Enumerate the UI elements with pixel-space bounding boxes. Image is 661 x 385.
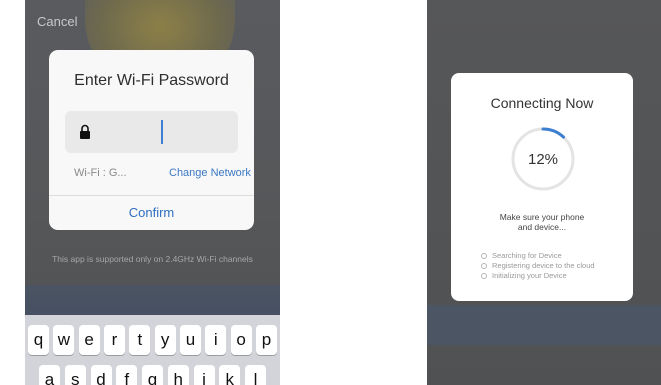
bottom-band bbox=[427, 305, 661, 345]
step-bullet-icon bbox=[481, 253, 487, 259]
step-label: Searching for Device bbox=[492, 251, 562, 260]
key-p[interactable]: p bbox=[255, 325, 277, 355]
step-label: Registering device to the cloud bbox=[492, 261, 595, 270]
key-u[interactable]: u bbox=[179, 325, 201, 355]
cancel-button[interactable]: Cancel bbox=[37, 14, 77, 29]
wifi-band-note: This app is supported only on 2.4GHz Wi-… bbox=[52, 254, 253, 264]
connecting-title: Connecting Now bbox=[490, 95, 594, 111]
lock-icon bbox=[80, 124, 90, 139]
key-a[interactable]: a bbox=[39, 365, 60, 385]
key-l[interactable]: l bbox=[245, 365, 266, 385]
key-d[interactable]: d bbox=[90, 365, 112, 385]
keyboard-row-1: q w e r t y u i o p bbox=[25, 325, 280, 355]
key-g[interactable]: g bbox=[142, 365, 163, 385]
step-registering: Registering device to the cloud bbox=[481, 261, 595, 271]
connection-hint: Make sure your phone and device... bbox=[451, 212, 633, 232]
password-field[interactable] bbox=[65, 111, 238, 153]
key-q[interactable]: q bbox=[28, 325, 49, 355]
keyboard: q w e r t y u i o p a s d f g h j k l bbox=[25, 315, 280, 385]
bottom-band bbox=[25, 285, 280, 315]
key-o[interactable]: o bbox=[230, 325, 252, 355]
key-y[interactable]: y bbox=[154, 325, 176, 355]
change-network-link[interactable]: Change Network bbox=[169, 167, 251, 179]
confirm-button[interactable]: Confirm bbox=[49, 205, 254, 220]
key-t[interactable]: t bbox=[129, 325, 151, 355]
step-bullet-icon bbox=[481, 263, 487, 269]
key-i[interactable]: i bbox=[205, 325, 227, 355]
step-initializing: Initializing your Device bbox=[481, 271, 595, 281]
step-label: Initializing your Device bbox=[492, 271, 567, 280]
key-s[interactable]: s bbox=[64, 365, 86, 385]
dialog-divider bbox=[49, 195, 254, 196]
step-searching: Searching for Device bbox=[481, 251, 595, 261]
wifi-network-name: Wi-Fi : G... bbox=[74, 167, 127, 179]
hint-line-2: and device... bbox=[517, 222, 567, 232]
key-f[interactable]: f bbox=[116, 365, 138, 385]
key-w[interactable]: w bbox=[53, 325, 75, 355]
connecting-card: Connecting Now 12% Make sure your phone … bbox=[451, 73, 633, 301]
key-h[interactable]: h bbox=[167, 365, 189, 385]
progress-percent: 12% bbox=[527, 150, 559, 168]
hint-line-1: Make sure your phone bbox=[499, 212, 585, 222]
dialog-title: Enter Wi-Fi Password bbox=[74, 72, 229, 89]
key-e[interactable]: e bbox=[78, 325, 100, 355]
connection-steps: Searching for Device Registering device … bbox=[481, 251, 595, 281]
key-r[interactable]: r bbox=[103, 325, 125, 355]
wifi-password-screen: Cancel Enter Wi-Fi Password Wi-Fi : G...… bbox=[25, 0, 280, 385]
key-j[interactable]: j bbox=[193, 365, 215, 385]
wifi-password-dialog: Enter Wi-Fi Password Wi-Fi : G... Change… bbox=[49, 50, 254, 230]
text-cursor bbox=[161, 120, 163, 144]
step-bullet-icon bbox=[481, 273, 487, 279]
keyboard-row-2: a s d f g h j k l bbox=[25, 365, 280, 385]
connecting-screen: Connecting Now 12% Make sure your phone … bbox=[427, 0, 661, 385]
key-k[interactable]: k bbox=[219, 365, 241, 385]
